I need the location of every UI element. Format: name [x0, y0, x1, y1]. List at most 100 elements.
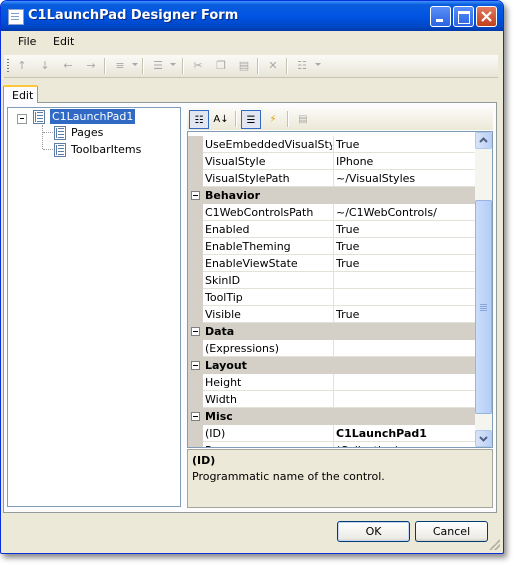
property-value-field[interactable]: ~/VisualStyles [333, 170, 476, 186]
property-row[interactable]: UseEmbeddedVisualStyles True [188, 136, 475, 153]
property-value-field[interactable]: (Collection) [333, 442, 476, 447]
property-value-field[interactable] [333, 272, 476, 288]
collapse-icon[interactable] [191, 191, 200, 200]
property-value-field[interactable] [333, 374, 476, 390]
row-gutter [188, 255, 203, 272]
property-row[interactable]: Visible True [188, 306, 475, 323]
app-icon [8, 9, 24, 25]
property-row[interactable]: (Expressions) [188, 340, 475, 357]
property-row[interactable]: Width [188, 391, 475, 408]
property-value-field[interactable] [333, 289, 476, 305]
chevron-down-icon[interactable] [132, 63, 138, 66]
toolbar-grip[interactable] [7, 59, 9, 73]
window-title: C1LaunchPad Designer Form [28, 8, 239, 23]
property-value-field[interactable]: True [333, 306, 476, 322]
chevron-down-icon[interactable] [315, 63, 321, 66]
property-value-field[interactable] [333, 340, 476, 356]
category-row[interactable]: Behavior [188, 187, 475, 204]
resize-grip[interactable] [489, 539, 500, 550]
add-child-icon[interactable]: ☰ [150, 58, 166, 74]
move-left-icon[interactable]: ← [60, 58, 76, 74]
category-row[interactable]: Misc [188, 408, 475, 425]
row-gutter [188, 136, 203, 153]
property-value-field[interactable] [333, 391, 476, 407]
property-grid[interactable]: UseEmbeddedVisualStyles True VisualStyle IP… [187, 131, 493, 448]
minimize-button[interactable] [430, 6, 451, 27]
property-description-panel: (ID) Programmatic name of the control. [187, 449, 493, 508]
close-button[interactable] [476, 6, 497, 27]
property-row[interactable]: VisualStylePath ~/VisualStyles [188, 170, 475, 187]
categorized-icon[interactable]: ☷ [189, 110, 209, 129]
property-value: ~/C1WebControls/ [336, 206, 437, 219]
cancel-button[interactable]: Cancel [415, 521, 488, 542]
menu-file[interactable]: File [18, 35, 36, 48]
property-value-field[interactable]: True [333, 221, 476, 237]
maximize-button[interactable] [453, 6, 474, 27]
property-value-field[interactable]: True [333, 238, 476, 254]
property-row[interactable]: EnableViewState True [188, 255, 475, 272]
property-grid-scrollbar[interactable] [475, 132, 492, 447]
property-name: Visible [205, 308, 241, 321]
menu-edit[interactable]: Edit [53, 35, 74, 48]
property-name: (ID) [205, 427, 226, 440]
property-row[interactable]: VisualStyle IPhone [188, 153, 475, 170]
property-row[interactable]: Pages (Collection) [188, 442, 476, 447]
tab-edit[interactable]: Edit [3, 85, 38, 103]
title-bar[interactable]: C1LaunchPad Designer Form [1, 1, 503, 31]
minimize-icon [436, 19, 443, 22]
tab-edit-label: Edit [12, 89, 34, 102]
property-value-field[interactable]: ~/C1WebControls/ [333, 204, 476, 220]
row-gutter [188, 153, 203, 170]
move-right-icon[interactable]: → [83, 58, 99, 74]
move-down-icon[interactable]: ↓ [37, 58, 53, 74]
property-value-field[interactable]: IPhone [333, 153, 476, 169]
collapse-icon[interactable] [191, 327, 200, 336]
properties-icon[interactable]: ☷ [294, 58, 310, 74]
property-value-field[interactable]: C1LaunchPad1 [333, 425, 476, 441]
tree-node-root[interactable]: C1LaunchPad1 [50, 109, 136, 124]
row-gutter [188, 391, 203, 408]
property-row[interactable]: ToolTip [188, 289, 475, 306]
move-up-icon[interactable]: ↑ [14, 58, 30, 74]
category-row[interactable]: Data [188, 323, 475, 340]
alphabetical-icon[interactable]: A↓ [211, 110, 231, 129]
collapse-icon[interactable] [191, 361, 200, 370]
category-row[interactable]: Layout [188, 357, 475, 374]
tree-node-toolbaritems[interactable]: ToolbarItems [69, 142, 143, 157]
chevron-down-icon[interactable] [170, 63, 176, 66]
property-row[interactable]: C1WebControlsPath ~/C1WebControls/ [188, 204, 475, 221]
property-value-field[interactable]: True [333, 255, 476, 271]
property-row[interactable]: SkinID [188, 272, 475, 289]
property-value: C1LaunchPad1 [336, 427, 427, 440]
scroll-thumb[interactable] [475, 200, 492, 414]
ok-button[interactable]: OK [337, 521, 410, 542]
row-gutter [188, 221, 203, 238]
property-name: (Expressions) [205, 342, 280, 355]
collapse-icon[interactable] [191, 412, 200, 421]
row-gutter [188, 289, 203, 306]
property-row[interactable]: Enabled True [188, 221, 475, 238]
property-name: Width [205, 393, 237, 406]
tree-node-pages[interactable]: Pages [69, 125, 105, 140]
events-icon[interactable]: ⚡ [263, 110, 283, 129]
property-row[interactable]: Height [188, 374, 475, 391]
collapse-icon[interactable] [17, 114, 27, 124]
property-grid-toolbar: ☷ A↓ ☰ ⚡ ▤ [187, 108, 493, 130]
property-value-field[interactable]: True [333, 136, 476, 152]
property-row[interactable]: (ID) C1LaunchPad1 [188, 425, 475, 442]
paste-icon[interactable]: ▤ [236, 58, 252, 74]
tree-line [43, 149, 53, 150]
scroll-down-button[interactable] [475, 430, 492, 447]
delete-icon[interactable]: ✕ [265, 58, 281, 74]
property-row[interactable]: EnableTheming True [188, 238, 475, 255]
close-icon [481, 11, 492, 22]
property-pages-icon[interactable]: ▤ [293, 110, 313, 129]
chevron-down-icon [479, 436, 488, 442]
cut-icon[interactable]: ✂ [190, 58, 206, 74]
insert-item-icon[interactable]: ≡ [112, 58, 128, 74]
properties-icon[interactable]: ☰ [241, 110, 261, 129]
description-text: Programmatic name of the control. [192, 470, 385, 483]
scroll-up-button[interactable] [475, 132, 492, 149]
component-tree[interactable]: C1LaunchPad1 Pages ToolbarItems [7, 107, 181, 507]
copy-icon[interactable]: ❐ [213, 58, 229, 74]
